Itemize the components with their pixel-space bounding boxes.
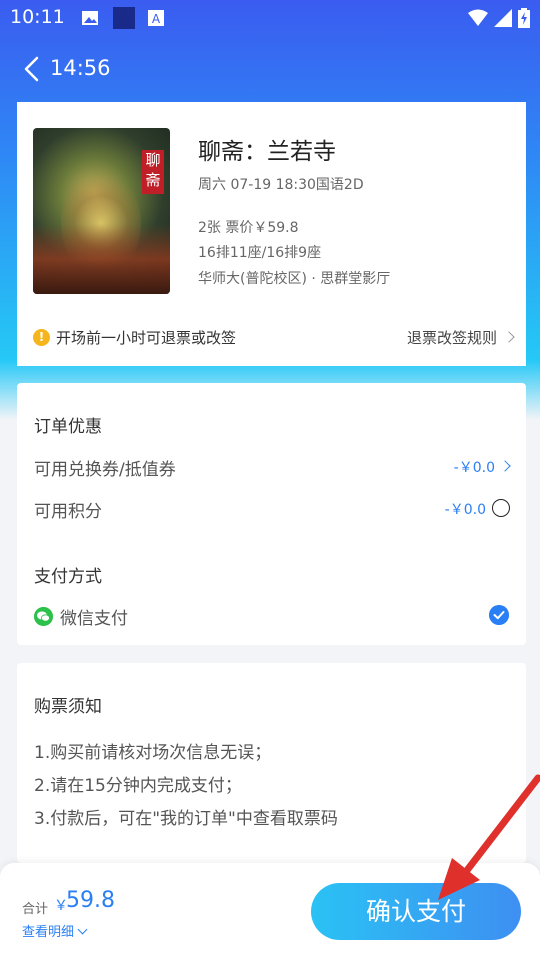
points-radio[interactable] <box>492 499 510 517</box>
refund-row: ! 开场前一小时可退票或改签 退票改签规则 <box>33 326 515 350</box>
poster-foliage <box>33 224 170 294</box>
warning-icon: ! <box>33 329 50 346</box>
points-label: 可用积分 <box>34 502 102 522</box>
notice-line: 2.请在15分钟内完成支付； <box>34 776 242 796</box>
voucher-label: 可用兑换券/抵值券 <box>34 460 176 480</box>
total-amount: 59.8 <box>66 888 115 913</box>
status-bar: 10:11 A <box>0 0 540 38</box>
status-time: 10:11 <box>10 6 65 28</box>
notice-line: 3.付款后，可在"我的订单"中查看取票码 <box>34 809 338 829</box>
battery-charging-icon <box>518 8 530 28</box>
movie-tickets: 2张 票价￥59.8 <box>198 220 299 236</box>
image-icon <box>82 11 98 25</box>
poster-title-seal: 聊斋 <box>142 150 164 194</box>
svg-text:A: A <box>152 12 161 26</box>
notice-line: 1.购买前请核对场次信息无误； <box>34 743 272 763</box>
wechat-icon <box>34 607 53 626</box>
movie-info-card: 聊斋 聊斋：兰若寺 周六 07-19 18:30国语2D 2张 票价￥59.8 … <box>17 102 526 366</box>
view-details-label: 查看明细 <box>22 925 75 940</box>
chevron-right-icon <box>499 460 511 472</box>
wechat-pay-label: 微信支付 <box>60 609 128 629</box>
checkmark-icon[interactable] <box>489 605 509 625</box>
chevron-right-icon <box>503 331 515 343</box>
purchase-notice-card: 购票须知 1.购买前请核对场次信息无误； 2.请在15分钟内完成支付； 3.付款… <box>17 663 526 863</box>
page-title: 14:56 <box>50 56 111 80</box>
signal-icon <box>494 9 512 27</box>
total-label: 合计 <box>22 902 49 917</box>
font-icon: A <box>148 10 164 26</box>
refund-rules-label: 退票改签规则 <box>406 329 497 347</box>
notice-title: 购票须知 <box>34 697 102 717</box>
back-arrow-icon[interactable] <box>20 55 46 83</box>
wifi-icon <box>468 9 488 26</box>
header: 14:56 <box>0 48 540 92</box>
square-icon <box>113 7 135 29</box>
movie-cinema: 华师大(普陀校区) · 思群堂影厅 <box>198 271 391 287</box>
movie-poster: 聊斋 <box>33 128 170 294</box>
points-value: -￥0.0 <box>444 502 486 518</box>
movie-seats: 16排11座/16排9座 <box>198 245 322 261</box>
chevron-down-icon <box>77 924 88 935</box>
view-details-link[interactable]: 查看明细 <box>22 921 88 940</box>
discount-section-title: 订单优惠 <box>34 417 102 437</box>
movie-showtime: 周六 07-19 18:30国语2D <box>198 177 364 193</box>
discount-payment-card: 订单优惠 可用兑换券/抵值券 -￥0.0 可用积分 -￥0.0 支付方式 微信支… <box>17 383 526 645</box>
refund-notice: 开场前一小时可退票或改签 <box>56 329 237 347</box>
checkout-bar: 合计 ￥ 59.8 查看明细 确认支付 <box>0 863 540 960</box>
confirm-pay-button[interactable]: 确认支付 <box>311 883 521 940</box>
voucher-value: -￥0.0 <box>453 460 495 476</box>
payment-section-title: 支付方式 <box>34 567 102 587</box>
refund-rules-link[interactable]: 退票改签规则 <box>406 327 515 348</box>
movie-title: 聊斋：兰若寺 <box>198 139 336 165</box>
